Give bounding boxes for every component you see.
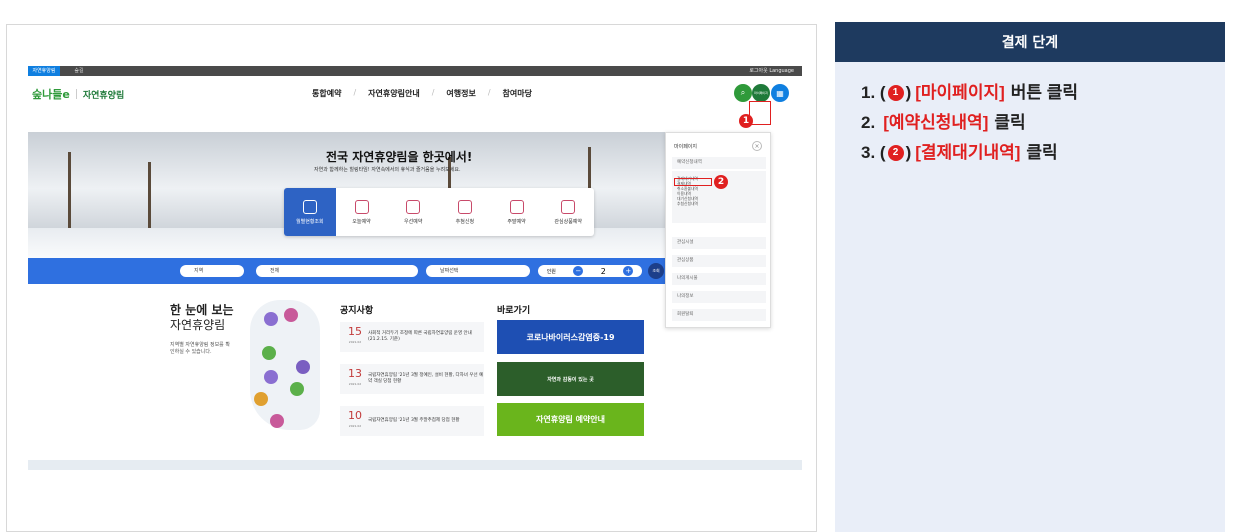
panel-title: 결제 단계 <box>835 22 1225 62</box>
notice-item[interactable]: 15 2021.02 사회적 거리두기 조정에 따른 국립자연휴양림 운영 안내(… <box>340 322 484 352</box>
reservation-guide-banner[interactable]: 자연휴양림 예약안내 <box>497 403 644 436</box>
instruction-panel: 결제 단계 1. ( 1 ) [마이페이지] 버튼 클릭 2. [예약신청내역]… <box>835 22 1225 532</box>
quick-weekend[interactable]: 주말예약 <box>491 188 543 236</box>
step-marker-2: 2 <box>714 175 728 189</box>
quick-favorite[interactable]: 관심상품예약 <box>542 188 594 236</box>
shortcut-title: 바로가기 <box>497 306 531 316</box>
check-calendar-icon <box>354 199 369 214</box>
submenu-lottery[interactable]: 추첨신청내역 <box>677 201 766 206</box>
dropdown-header: 마이페이지 <box>674 144 698 150</box>
step-1: 1. ( 1 ) [마이페이지] 버튼 클릭 <box>861 83 1079 102</box>
menu-my-info[interactable]: 나의정보 <box>672 291 766 303</box>
nav-divider: / <box>353 88 357 97</box>
footer-strip <box>28 460 802 470</box>
search-submit-button[interactable]: 조회 <box>648 263 664 279</box>
nav-item-reservation[interactable]: 통합예약 <box>312 88 341 99</box>
close-icon[interactable]: × <box>752 141 762 151</box>
nav-item-forest-info[interactable]: 자연휴양림안내 <box>368 88 420 99</box>
quick-menu: 월별현황조회 오늘예약 우선예약 추첨신청 주말예약 관심상품예약 <box>284 188 594 236</box>
nav-divider: / <box>487 88 491 97</box>
highlight-box-payment-pending <box>674 178 712 186</box>
quick-priority[interactable]: 우선예약 <box>387 188 439 236</box>
site-logo[interactable]: 숲나들e 자연휴양림 <box>32 86 124 102</box>
step-3: 3. ( 2 ) [결제대기내역] 클릭 <box>861 143 1058 162</box>
quick-lottery[interactable]: 추첨신청 <box>439 188 491 236</box>
tree-decoration <box>68 152 71 232</box>
date-select[interactable]: 날짜선택 <box>426 265 530 277</box>
people-label: 인원 <box>546 268 556 275</box>
star-icon <box>457 199 472 214</box>
calendar-icon <box>302 199 317 214</box>
overview-title: 한 눈에 보는 자연휴양림 <box>170 303 234 332</box>
menu-my-posts[interactable]: 나의게시물 <box>672 273 766 285</box>
mypage-dropdown: 마이페이지 × 예약신청내역 결제대기내역 결제내역 취소환불내역 이용내역 대… <box>665 132 771 328</box>
menu-favorite-facility[interactable]: 관심시설 <box>672 237 766 249</box>
main-nav: 통합예약 / 자연휴양림안내 / 여행정보 / 참여마당 <box>312 88 532 99</box>
notice-item[interactable]: 10 2021.02 국립자연휴양림 '21년 3월 주말추첨제 당첨 현황 <box>340 406 484 436</box>
region-select[interactable]: 지역 <box>180 265 244 277</box>
forest-select[interactable]: 전체 <box>256 265 418 277</box>
overview-description: 지역별 자연휴양림 정보를 확인하실 수 있습니다. <box>170 342 230 355</box>
people-count: 2 <box>600 266 606 276</box>
step-2: 2. [예약신청내역] 클릭 <box>861 113 1026 132</box>
logo-divider <box>75 89 77 99</box>
quick-today[interactable]: 오늘예약 <box>336 188 388 236</box>
menu-favorite-product[interactable]: 관심상품 <box>672 255 766 267</box>
search-icon[interactable]: ⌕ <box>734 84 752 102</box>
hand-icon <box>561 199 576 214</box>
hero-subtitle: 자연과 함께하는 힐링타임! 자연속에서의 휴식과 즐거움을 누려보세요. <box>314 167 461 173</box>
minus-icon[interactable]: − <box>573 266 584 276</box>
covid-banner[interactable]: 코로나바이러스감염증-19 <box>497 320 644 354</box>
all-menu-icon[interactable]: ▦ <box>771 84 789 102</box>
step-number-badge: 1 <box>887 85 904 101</box>
login-language-links[interactable]: 로그아웃 Language <box>749 66 794 76</box>
notice-title: 공지사항 <box>340 306 374 316</box>
user-icon <box>406 199 421 214</box>
nav-divider: / <box>431 88 435 97</box>
tree-decoration <box>148 162 151 232</box>
nav-item-travel[interactable]: 여행정보 <box>446 88 475 99</box>
menu-reservation-history[interactable]: 예약신청내역 <box>672 157 766 169</box>
quick-monthly-status[interactable]: 월별현황조회 <box>284 188 336 236</box>
hero-banner: 전국 자연휴양림을 한곳에서! 자연과 함께하는 힐링타임! 자연속에서의 휴식… <box>28 132 668 258</box>
reservation-search-bar: 지역 전체 날짜선택 인원 − 2 + 조회 <box>28 258 668 284</box>
step-marker-1: 1 <box>739 114 753 128</box>
nav-item-community[interactable]: 참여마당 <box>503 88 532 99</box>
nature-banner[interactable]: 자연과 감동이 있는 곳 <box>497 362 644 396</box>
logo-name: 자연휴양림 <box>82 90 125 101</box>
tab-trail[interactable]: 숲길 <box>64 66 94 76</box>
weekend-calendar-icon <box>509 199 524 214</box>
site-top-bar: 자연휴양림 숲길 로그아웃 Language <box>28 66 802 76</box>
notice-item[interactable]: 13 2021.02 국립자연휴양림 '21년 3월 정예인, 설비 현황, 다자… <box>340 364 484 394</box>
step-number-badge: 2 <box>887 145 904 161</box>
people-stepper: 인원 − 2 + <box>538 265 642 277</box>
menu-withdraw[interactable]: 회원탈퇴 <box>672 309 766 321</box>
steps-list: 1. ( 1 ) [마이페이지] 버튼 클릭 2. [예약신청내역] 클릭 3.… <box>835 62 1225 168</box>
logo-mark: 숲나들e <box>32 88 70 101</box>
hero-title: 전국 자연휴양림을 한곳에서! <box>326 150 473 164</box>
mypage-button[interactable]: 마이페이지 <box>752 84 770 102</box>
korea-map[interactable] <box>250 300 320 430</box>
tab-forest[interactable]: 자연휴양림 <box>28 66 60 76</box>
plus-icon[interactable]: + <box>623 266 634 276</box>
